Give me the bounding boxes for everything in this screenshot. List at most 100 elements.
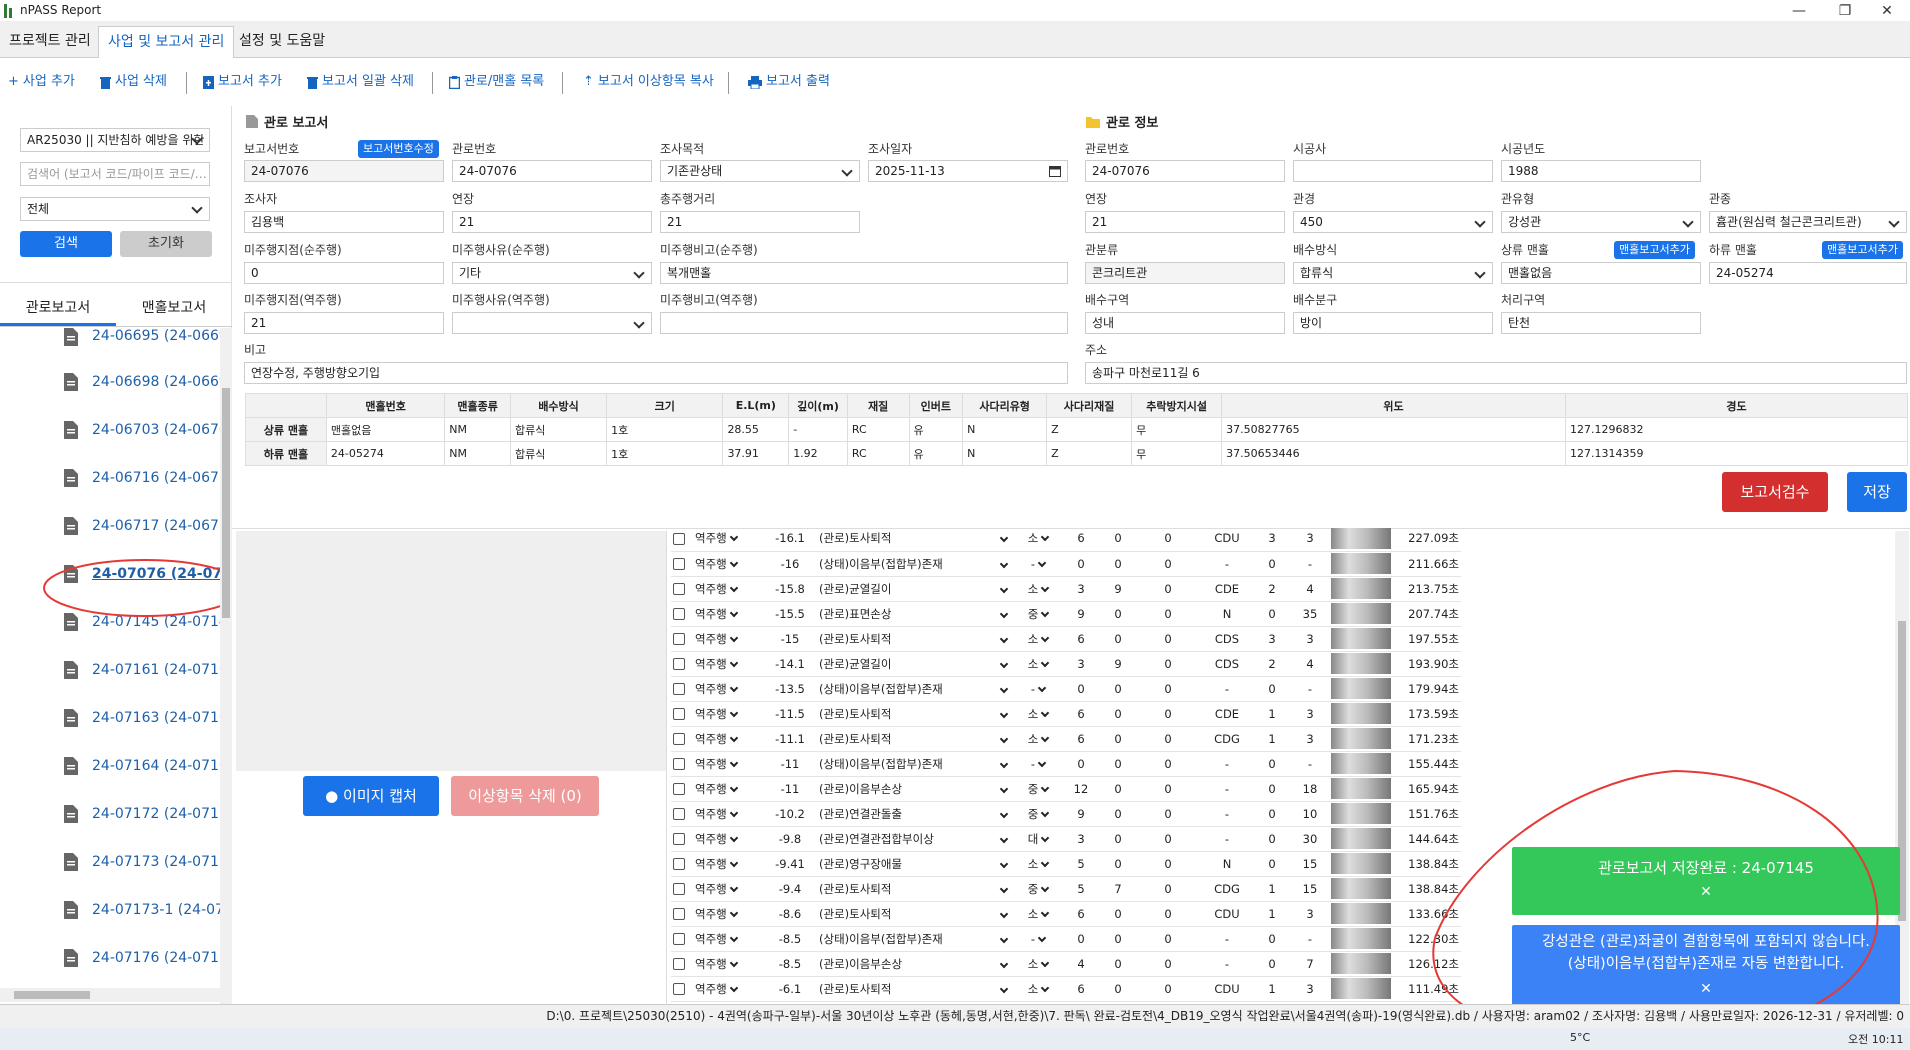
direction-select[interactable]: 역주행 — [693, 976, 763, 1002]
thumbnail-cell[interactable] — [1329, 726, 1399, 752]
grade-select[interactable]: 소 — [1015, 701, 1061, 727]
grade-select[interactable]: 중 — [1015, 876, 1061, 902]
direction-select[interactable]: 역주행 — [693, 651, 763, 677]
table-cell[interactable]: - — [1291, 926, 1329, 952]
table-cell[interactable]: 0 — [1061, 751, 1101, 777]
thumbnail-cell[interactable] — [1329, 826, 1399, 852]
table-cell[interactable]: 0 — [1135, 551, 1201, 577]
table-cell[interactable]: 0 — [1101, 776, 1135, 802]
position-cell[interactable]: -8.5 — [763, 951, 817, 977]
thumbnail-cell[interactable] — [1329, 526, 1399, 552]
table-cell[interactable]: 3 — [1253, 526, 1291, 552]
row-checkbox[interactable] — [673, 733, 685, 745]
table-cell[interactable]: 30 — [1291, 826, 1329, 852]
table-cell[interactable]: 0 — [1135, 651, 1201, 677]
row-checkbox[interactable] — [673, 833, 685, 845]
defect-thumbnail[interactable] — [1331, 628, 1391, 649]
checkbox-cell[interactable] — [671, 576, 693, 602]
thumbnail-cell[interactable] — [1329, 751, 1399, 777]
grade-select[interactable]: 중 — [1015, 776, 1061, 802]
table-cell[interactable]: 0 — [1061, 551, 1101, 577]
defect-type-select[interactable]: (관로)연결관접합부이상 — [817, 826, 1015, 852]
position-cell[interactable]: -6.1 — [763, 976, 817, 1002]
defect-type-select[interactable]: (상태)이음부(접합부)존재 — [817, 676, 1015, 702]
scrollbar-thumb[interactable] — [222, 388, 230, 618]
filter-select[interactable]: 전체 — [20, 197, 210, 221]
list-hscrollbar[interactable] — [0, 988, 220, 1002]
grade-select[interactable]: 소 — [1015, 526, 1061, 552]
checkbox-cell[interactable] — [671, 676, 693, 702]
defect-type-select[interactable]: (관로)이음부손상 — [817, 776, 1015, 802]
table-cell[interactable]: 0 — [1101, 726, 1135, 752]
table-cell[interactable]: 2 — [1253, 651, 1291, 677]
add-report-button[interactable]: 보고서 추가 — [203, 70, 282, 94]
defect-type-select[interactable]: (관로)균열길이 — [817, 651, 1015, 677]
table-cell[interactable]: 0 — [1135, 626, 1201, 652]
copy-defects-button[interactable]: ⇡ 보고서 이상항목 복사 — [583, 70, 714, 94]
defect-type-select[interactable]: (상태)이음부(접합부)존재 — [817, 751, 1015, 777]
table-cell[interactable]: CDS — [1201, 626, 1253, 652]
table-cell[interactable]: 0 — [1101, 676, 1135, 702]
table-cell[interactable]: N — [1201, 851, 1253, 877]
table-cell[interactable]: 0 — [1135, 776, 1201, 802]
tab-project[interactable]: 프로젝트 관리 — [0, 26, 100, 58]
position-cell[interactable]: -15 — [763, 626, 817, 652]
table-cell[interactable]: 7 — [1291, 951, 1329, 977]
save-button[interactable]: 저장 — [1847, 472, 1907, 512]
defect-thumbnail[interactable] — [1331, 878, 1391, 899]
checkbox-cell[interactable] — [671, 551, 693, 577]
image-capture-button[interactable]: ● 이미지 캡처 — [303, 776, 439, 816]
row-checkbox[interactable] — [673, 758, 685, 770]
defect-thumbnail[interactable] — [1331, 803, 1391, 824]
table-cell[interactable]: 5 — [1061, 876, 1101, 902]
defect-thumbnail[interactable] — [1331, 553, 1391, 574]
thumbnail-cell[interactable] — [1329, 576, 1399, 602]
grade-select[interactable]: 소 — [1015, 851, 1061, 877]
drain-area-field[interactable]: 성내 — [1085, 312, 1285, 334]
direction-select[interactable]: 역주행 — [693, 776, 763, 802]
list-item[interactable]: 24-07172 (24-07172 — [62, 790, 220, 838]
checkbox-cell[interactable] — [671, 926, 693, 952]
table-cell[interactable]: 6 — [1061, 526, 1101, 552]
table-cell[interactable]: 6 — [1061, 976, 1101, 1002]
direction-select[interactable]: 역주행 — [693, 851, 763, 877]
list-item[interactable]: 24-07161 (24-07161 — [62, 646, 220, 694]
defect-thumbnail[interactable] — [1331, 828, 1391, 849]
drain-select[interactable]: 합류식 — [1293, 262, 1493, 284]
table-cell[interactable]: 4 — [1291, 576, 1329, 602]
table-cell[interactable]: 15 — [1291, 851, 1329, 877]
position-cell[interactable]: -9.4 — [763, 876, 817, 902]
unrun-point-reverse-field[interactable]: 21 — [244, 312, 444, 334]
defect-type-select[interactable]: (관로)이음부손상 — [817, 951, 1015, 977]
row-checkbox[interactable] — [673, 908, 685, 920]
table-cell[interactable]: 0 — [1135, 876, 1201, 902]
report-no-field[interactable]: 24-07076 — [244, 160, 444, 182]
table-cell[interactable]: - — [1201, 751, 1253, 777]
defect-type-select[interactable]: (관로)토사퇴적 — [817, 876, 1015, 902]
table-cell[interactable]: 0 — [1101, 626, 1135, 652]
thumbnail-cell[interactable] — [1329, 976, 1399, 1002]
defect-thumbnail[interactable] — [1331, 753, 1391, 774]
position-cell[interactable]: -16.1 — [763, 526, 817, 552]
info-length-field[interactable]: 21 — [1085, 211, 1285, 233]
row-checkbox[interactable] — [673, 858, 685, 870]
defect-type-select[interactable]: (관로)토사퇴적 — [817, 726, 1015, 752]
table-cell[interactable]: 3 — [1291, 901, 1329, 927]
add-upstream-mh-report-button[interactable]: 맨홀보고서추가 — [1614, 241, 1695, 259]
direction-select[interactable]: 역주행 — [693, 626, 763, 652]
table-cell[interactable]: CDE — [1201, 701, 1253, 727]
table-cell[interactable]: 0 — [1101, 826, 1135, 852]
print-report-button[interactable]: 보고서 출력 — [748, 70, 830, 94]
list-item[interactable]: 24-06703 (24-06703 — [62, 406, 220, 454]
table-cell[interactable]: 0 — [1135, 926, 1201, 952]
defect-thumbnail[interactable] — [1331, 778, 1391, 799]
table-cell[interactable]: CDU — [1201, 976, 1253, 1002]
thumbnail-cell[interactable] — [1329, 626, 1399, 652]
defect-thumbnail[interactable] — [1331, 978, 1391, 999]
pipe-type-select[interactable]: 강성관 — [1501, 211, 1701, 233]
checkbox-cell[interactable] — [671, 526, 693, 552]
table-cell[interactable]: - — [1201, 826, 1253, 852]
table-cell[interactable]: 0 — [1253, 801, 1291, 827]
position-cell[interactable]: -9.8 — [763, 826, 817, 852]
defect-type-select[interactable]: (상태)이음부(접합부)존재 — [817, 551, 1015, 577]
